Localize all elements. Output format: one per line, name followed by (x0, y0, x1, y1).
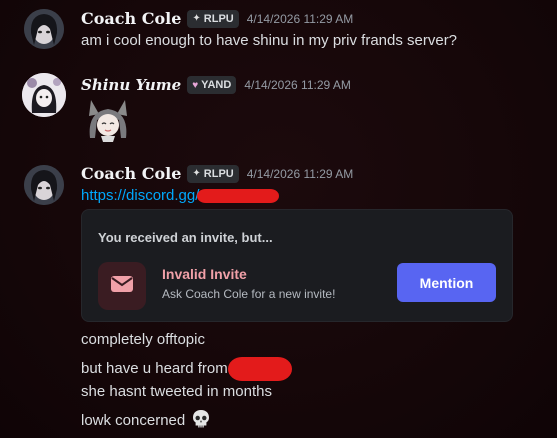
mention-button[interactable]: Mention (397, 263, 496, 302)
username[interactable]: Coach Cole (81, 9, 181, 28)
invite-link-line: https://discord.gg/ (81, 187, 280, 204)
server-tag[interactable]: ✦ RLPU (187, 9, 239, 28)
invite-card-title: You received an invite, but... (98, 230, 273, 245)
redaction-mark (197, 189, 280, 204)
timestamp: 4/14/2026 11:29 AM (246, 166, 354, 181)
username[interactable]: Coach Cole (81, 164, 181, 183)
avatar[interactable] (24, 165, 64, 205)
anime-girl-emoji[interactable] (81, 98, 135, 142)
sparkle-icon: ✦ (192, 13, 201, 24)
server-tag[interactable]: ♥ YAND (187, 76, 237, 94)
server-tag-label: RLPU (203, 12, 234, 25)
invite-subtitle: Ask Coach Cole for a new invite! (162, 287, 336, 301)
message-text: completely offtopic (81, 331, 205, 348)
server-tag[interactable]: ✦ RLPU (187, 164, 239, 183)
server-tag-label: YAND (201, 79, 232, 91)
invite-link[interactable]: https://discord.gg/ (81, 187, 199, 204)
skull-emoji-icon (191, 409, 211, 433)
message-text: but have u heard from (81, 359, 228, 377)
message-text: am i cool enough to have shinu in my pri… (81, 32, 458, 49)
message-text-with-emoji: lowk concerned (81, 409, 211, 433)
sparkle-icon: ✦ (192, 168, 201, 179)
envelope-icon (110, 274, 134, 299)
message-text-with-redaction: but have u heard from (81, 357, 292, 381)
avatar[interactable] (24, 9, 64, 49)
redaction-mark (227, 357, 292, 381)
invite-card: You received an invite, but... Invalid I… (81, 209, 513, 322)
message-text: she hasnt tweeted in months (81, 383, 272, 400)
invite-icon-box (98, 262, 146, 310)
username[interactable]: Shinu Yume (81, 76, 181, 94)
message-text: lowk concerned (81, 411, 186, 429)
invite-status: Invalid Invite (162, 266, 247, 282)
server-tag-label: RLPU (203, 167, 234, 180)
avatar[interactable] (22, 73, 66, 117)
heart-icon: ♥ (192, 79, 199, 91)
timestamp: 4/14/2026 11:29 AM (246, 11, 354, 26)
timestamp: 4/14/2026 11:29 AM (244, 78, 351, 92)
